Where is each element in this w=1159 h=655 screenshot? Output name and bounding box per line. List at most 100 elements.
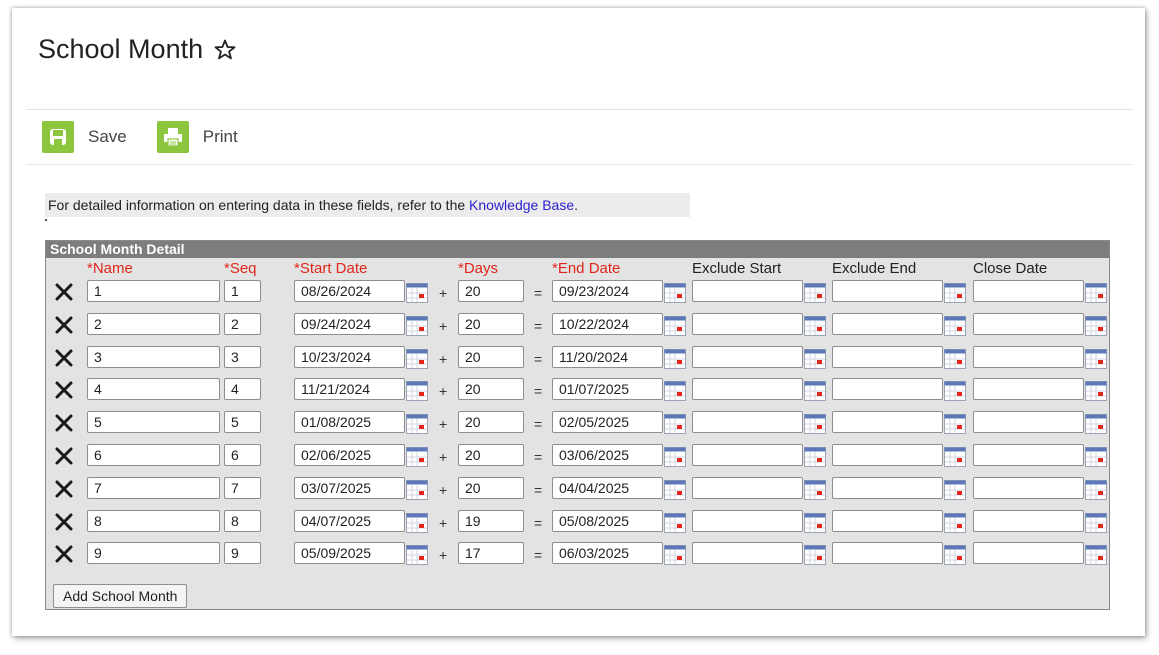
start-date-input[interactable] (294, 509, 405, 532)
seq-input[interactable] (224, 280, 261, 302)
delete-row-icon[interactable] (54, 348, 74, 368)
days-input[interactable] (458, 509, 524, 532)
exclude-start-input[interactable] (692, 509, 803, 532)
days-input[interactable] (458, 280, 524, 302)
exclude-start-calendar-icon[interactable] (804, 348, 826, 369)
delete-row-icon[interactable] (54, 315, 74, 335)
close-date-calendar-icon[interactable] (1085, 447, 1107, 467)
end-date-input[interactable] (552, 476, 663, 499)
close-date-calendar-icon[interactable] (1085, 512, 1107, 533)
close-date-input[interactable] (973, 378, 1084, 401)
name-input[interactable] (87, 378, 220, 401)
exclude-end-calendar-icon[interactable] (944, 512, 966, 533)
close-date-calendar-icon[interactable] (1085, 381, 1107, 402)
end-date-calendar-icon[interactable] (664, 447, 686, 467)
exclude-start-calendar-icon[interactable] (804, 414, 826, 435)
name-input[interactable] (87, 509, 220, 532)
start-date-input[interactable] (294, 345, 405, 368)
close-date-calendar-icon[interactable] (1085, 283, 1107, 303)
seq-input[interactable] (224, 444, 261, 466)
exclude-start-input[interactable] (692, 476, 803, 499)
seq-input[interactable] (224, 476, 261, 499)
start-date-input[interactable] (294, 312, 405, 335)
close-date-calendar-icon[interactable] (1085, 348, 1107, 369)
exclude-end-calendar-icon[interactable] (944, 381, 966, 402)
exclude-start-calendar-icon[interactable] (804, 283, 826, 303)
end-date-calendar-icon[interactable] (664, 414, 686, 435)
exclude-start-calendar-icon[interactable] (804, 315, 826, 336)
days-input[interactable] (458, 476, 524, 499)
delete-row-icon[interactable] (54, 544, 74, 564)
exclude-end-calendar-icon[interactable] (944, 479, 966, 500)
exclude-end-calendar-icon[interactable] (944, 315, 966, 336)
exclude-end-input[interactable] (832, 312, 943, 335)
end-date-calendar-icon[interactable] (664, 479, 686, 500)
end-date-input[interactable] (552, 378, 663, 401)
name-input[interactable] (87, 542, 220, 565)
exclude-end-input[interactable] (832, 280, 943, 302)
start-date-calendar-icon[interactable] (406, 348, 428, 369)
seq-input[interactable] (224, 542, 261, 565)
end-date-input[interactable] (552, 345, 663, 368)
days-input[interactable] (458, 345, 524, 368)
start-date-calendar-icon[interactable] (406, 315, 428, 336)
delete-row-icon[interactable] (54, 380, 74, 400)
exclude-end-input[interactable] (832, 444, 943, 466)
exclude-start-input[interactable] (692, 280, 803, 302)
seq-input[interactable] (224, 312, 261, 335)
close-date-input[interactable] (973, 280, 1084, 302)
close-date-calendar-icon[interactable] (1085, 315, 1107, 336)
end-date-input[interactable] (552, 312, 663, 335)
delete-row-icon[interactable] (54, 512, 74, 532)
name-input[interactable] (87, 280, 220, 302)
end-date-calendar-icon[interactable] (664, 315, 686, 336)
exclude-end-input[interactable] (832, 476, 943, 499)
seq-input[interactable] (224, 411, 261, 434)
end-date-calendar-icon[interactable] (664, 348, 686, 369)
end-date-input[interactable] (552, 444, 663, 466)
start-date-input[interactable] (294, 378, 405, 401)
delete-row-icon[interactable] (54, 413, 74, 433)
exclude-start-input[interactable] (692, 542, 803, 565)
favorite-star-icon[interactable] (213, 38, 237, 62)
exclude-start-input[interactable] (692, 444, 803, 466)
delete-row-icon[interactable] (54, 282, 74, 302)
end-date-calendar-icon[interactable] (664, 283, 686, 303)
exclude-start-calendar-icon[interactable] (804, 479, 826, 500)
end-date-input[interactable] (552, 280, 663, 302)
name-input[interactable] (87, 345, 220, 368)
name-input[interactable] (87, 312, 220, 335)
close-date-calendar-icon[interactable] (1085, 414, 1107, 435)
start-date-input[interactable] (294, 411, 405, 434)
end-date-input[interactable] (552, 509, 663, 532)
exclude-start-calendar-icon[interactable] (804, 545, 826, 566)
start-date-calendar-icon[interactable] (406, 447, 428, 467)
close-date-input[interactable] (973, 411, 1084, 434)
end-date-calendar-icon[interactable] (664, 545, 686, 566)
exclude-end-calendar-icon[interactable] (944, 545, 966, 566)
end-date-calendar-icon[interactable] (664, 381, 686, 402)
days-input[interactable] (458, 444, 524, 466)
exclude-end-calendar-icon[interactable] (944, 283, 966, 303)
start-date-input[interactable] (294, 476, 405, 499)
exclude-start-input[interactable] (692, 378, 803, 401)
close-date-input[interactable] (973, 542, 1084, 565)
seq-input[interactable] (224, 378, 261, 401)
exclude-end-input[interactable] (832, 378, 943, 401)
exclude-end-input[interactable] (832, 345, 943, 368)
name-input[interactable] (87, 411, 220, 434)
close-date-input[interactable] (973, 312, 1084, 335)
exclude-start-calendar-icon[interactable] (804, 381, 826, 402)
add-school-month-button[interactable]: Add School Month (53, 584, 188, 608)
start-date-calendar-icon[interactable] (406, 381, 428, 402)
seq-input[interactable] (224, 345, 261, 368)
exclude-end-calendar-icon[interactable] (944, 348, 966, 369)
end-date-input[interactable] (552, 542, 663, 565)
exclude-end-calendar-icon[interactable] (944, 414, 966, 435)
days-input[interactable] (458, 378, 524, 401)
exclude-end-input[interactable] (832, 542, 943, 565)
end-date-input[interactable] (552, 411, 663, 434)
days-input[interactable] (458, 542, 524, 565)
save-button[interactable]: Save (42, 121, 127, 153)
end-date-calendar-icon[interactable] (664, 512, 686, 533)
